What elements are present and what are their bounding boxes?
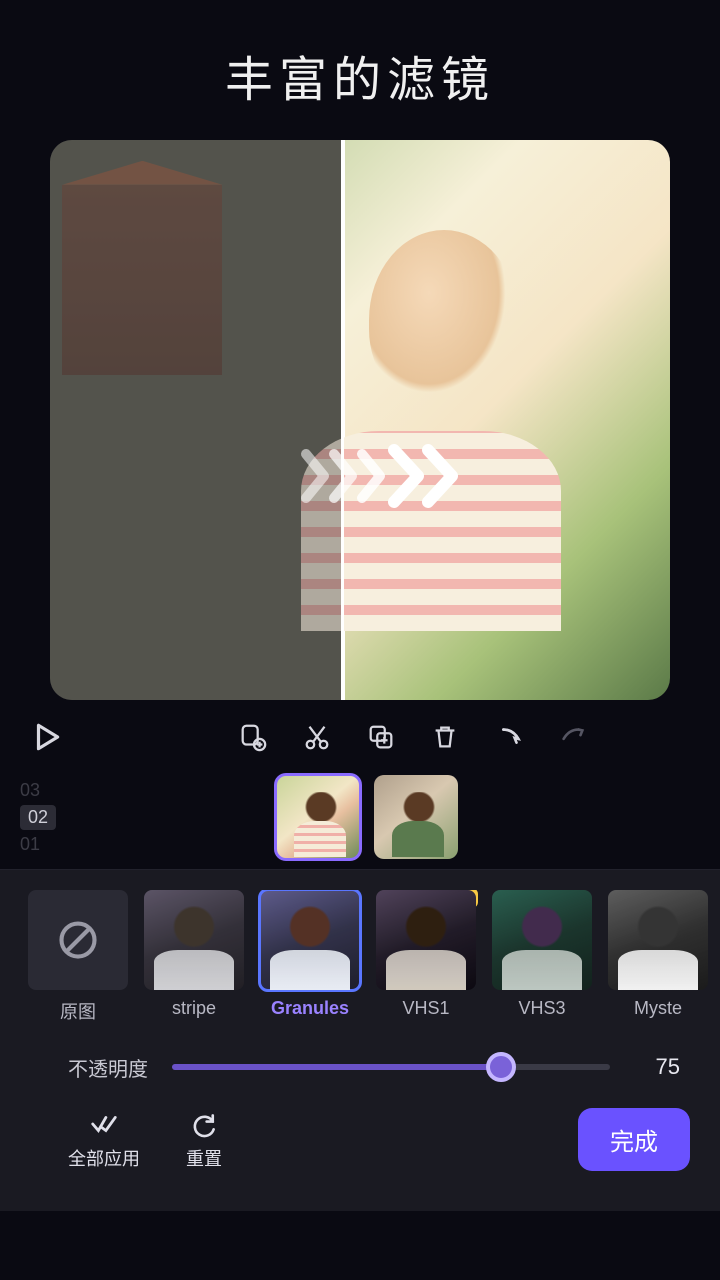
- preview-original-overlay: [50, 140, 341, 700]
- opacity-slider[interactable]: [172, 1052, 610, 1082]
- clip-thumb-1[interactable]: [276, 775, 360, 859]
- timeline: 03 02 01: [0, 771, 720, 869]
- reset-label: 重置: [186, 1145, 222, 1171]
- reset-button[interactable]: 重置: [186, 1111, 222, 1171]
- play-button[interactable]: [30, 720, 64, 759]
- opacity-label: 不透明度: [68, 1053, 148, 1082]
- filter-thumb: [260, 890, 360, 990]
- done-button[interactable]: 完成: [578, 1108, 690, 1171]
- filter-thumb: [608, 890, 708, 990]
- trash-icon[interactable]: [430, 722, 460, 757]
- add-layer-icon[interactable]: [238, 722, 268, 757]
- redo-icon[interactable]: [558, 722, 588, 757]
- filter-label: VHS3: [492, 998, 592, 1019]
- filter-label: VHS1: [376, 998, 476, 1019]
- filter-thumb: [28, 890, 128, 990]
- opacity-value: 75: [634, 1054, 680, 1080]
- editor-toolbar: [0, 700, 720, 771]
- filter-vhs1[interactable]: TryVHS1: [376, 890, 476, 1024]
- apply-all-button[interactable]: 全部应用: [68, 1109, 140, 1171]
- page-title: 丰富的滤镜: [0, 0, 720, 140]
- filter-label: Myste: [608, 998, 708, 1019]
- undo-icon[interactable]: [494, 722, 524, 757]
- filter-label: stripe: [144, 998, 244, 1019]
- filters-panel: 原图 stripe Granules TryVHS1 VHS3 Myste 不透明度 75…: [0, 869, 720, 1211]
- filter-thumb: [492, 890, 592, 990]
- preview-compare[interactable]: [50, 140, 670, 700]
- none-icon: [56, 918, 100, 962]
- opacity-row: 不透明度 75: [28, 1024, 720, 1098]
- copy-icon[interactable]: [366, 722, 396, 757]
- track-numbers: 03 02 01: [20, 780, 80, 855]
- clip-thumb-2[interactable]: [374, 775, 458, 859]
- compare-divider[interactable]: [341, 140, 344, 700]
- filter-none[interactable]: 原图: [28, 890, 128, 1024]
- filter-myst[interactable]: Myste: [608, 890, 708, 1024]
- bottom-bar: 全部应用 重置 完成: [28, 1098, 720, 1195]
- filter-thumb: [376, 890, 476, 990]
- track-num: 01: [20, 834, 40, 855]
- swipe-chevrons-icon: [298, 444, 478, 508]
- track-num: 03: [20, 780, 40, 801]
- scissors-icon[interactable]: [302, 722, 332, 757]
- filter-label: Granules: [260, 998, 360, 1019]
- apply-all-label: 全部应用: [68, 1145, 140, 1171]
- track-num-active[interactable]: 02: [20, 805, 56, 830]
- filter-label: 原图: [28, 998, 128, 1024]
- filter-stripe[interactable]: stripe: [144, 890, 244, 1024]
- filter-granules[interactable]: Granules: [260, 890, 360, 1024]
- filter-vhs3[interactable]: VHS3: [492, 890, 592, 1024]
- filter-thumb: [144, 890, 244, 990]
